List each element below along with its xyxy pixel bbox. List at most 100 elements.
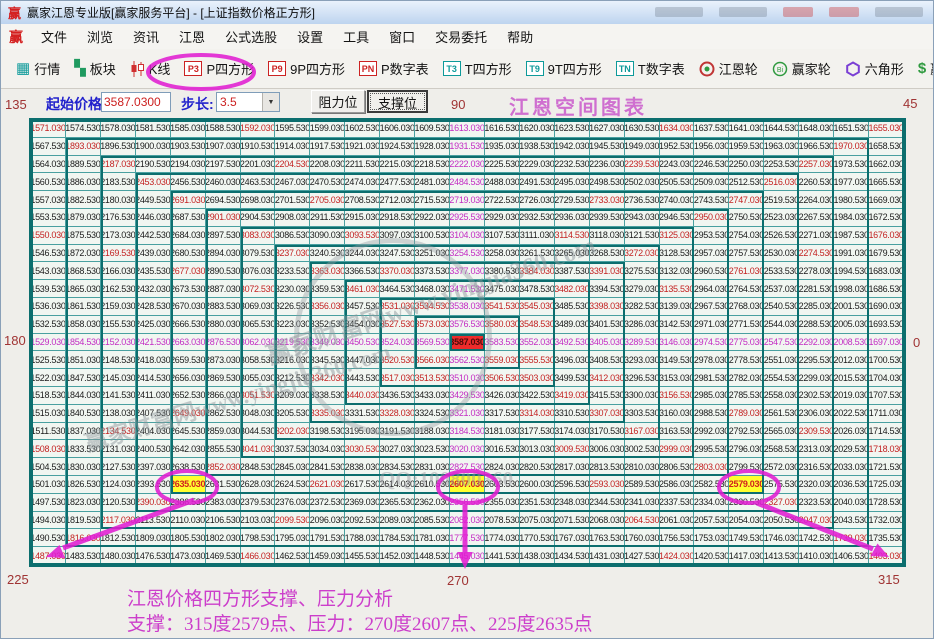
grid-cell: 2796.030: [729, 440, 764, 458]
chevron-down-icon[interactable]: ▼: [262, 93, 279, 111]
grid-cell: 1851.030: [66, 351, 101, 369]
grid-cell: 1578.030: [101, 120, 136, 138]
grid-cell: 3450.530: [345, 334, 380, 352]
grid-cell: 3366.530: [345, 262, 380, 280]
grid-cell: 3573.030: [415, 316, 450, 334]
menu-item-8[interactable]: 窗口: [379, 24, 425, 49]
grid-cell: 2971.030: [694, 316, 729, 334]
grid-cell: 3342.030: [310, 369, 345, 387]
grid-cell: 3170.530: [590, 423, 625, 441]
toolbar-button-6[interactable]: PNP数字表: [352, 55, 436, 82]
grid-cell: 2656.030: [171, 369, 206, 387]
grid-cell: 3163.530: [660, 423, 695, 441]
grid-cell: 2236.030: [590, 156, 625, 174]
grid-cell: 1812.530: [101, 529, 136, 547]
grid-cell: 1928.030: [415, 138, 450, 156]
grid-cell: 2526.530: [764, 227, 799, 245]
grid-cell: 2285.030: [799, 298, 834, 316]
grid-cell: 2887.030: [206, 280, 241, 298]
menu-item-2[interactable]: 浏览: [77, 24, 123, 49]
grid-cell: 2498.530: [590, 173, 625, 191]
grid-cell: 2365.530: [380, 494, 415, 512]
menu-item-1[interactable]: 文件: [31, 24, 77, 49]
grid-cell: 1823.030: [66, 494, 101, 512]
menu-item-9[interactable]: 交易委托: [425, 24, 497, 49]
grid-cell: 1620.030: [520, 120, 555, 138]
titlebar-ghost-item: [875, 7, 923, 17]
grid-cell: 2736.530: [625, 191, 660, 209]
resistance-button[interactable]: 阻力位: [311, 90, 365, 113]
grid-cell: 1525.530: [31, 351, 66, 369]
grid-cell: 2512.530: [729, 173, 764, 191]
toolbar-button-12[interactable]: 六角形: [838, 55, 911, 82]
grid-cell: 3321.030: [450, 405, 485, 423]
menu-item-5[interactable]: 公式选股: [215, 24, 287, 49]
grid-cell: 3569.530: [415, 334, 450, 352]
grid-cell: 2008.530: [834, 334, 869, 352]
grid-cell: 2950.030: [694, 209, 729, 227]
grid-cell: 1886.030: [66, 173, 101, 191]
toolbar-button-label: K线: [149, 59, 171, 78]
grid-cell: 2698.030: [241, 191, 276, 209]
grid-cell: 3177.530: [520, 423, 555, 441]
grid-cell: 1623.530: [555, 120, 590, 138]
toolbar-button-8[interactable]: T99T四方形: [519, 55, 609, 82]
grid-cell: 1700.530: [869, 351, 904, 369]
grid-cell: 3132.030: [660, 262, 695, 280]
grid-cell: 1585.030: [171, 120, 206, 138]
grid-cell: 2194.030: [171, 156, 206, 174]
toolbar-button-11[interactable]: Bi赢家轮: [765, 55, 838, 82]
grid-cell: 1914.030: [275, 138, 310, 156]
grid-cell: 2463.530: [241, 173, 276, 191]
grid-cell: 1798.530: [241, 529, 276, 547]
toolbar-button-7[interactable]: T3T四方形: [436, 55, 519, 82]
toolbar-button-1[interactable]: ▦行情: [9, 55, 67, 82]
grid-cell: 1452.030: [380, 547, 415, 565]
grid-cell: 2145.030: [101, 369, 136, 387]
toolbar-button-5[interactable]: P99P四方形: [261, 55, 352, 82]
grid-cell: 1907.030: [206, 138, 241, 156]
step-select[interactable]: 3.5 ▼: [216, 92, 280, 112]
grid-cell: 2960.530: [694, 262, 729, 280]
grid-cell: 3069.030: [241, 298, 276, 316]
start-price-input[interactable]: [101, 92, 171, 112]
menu-item-10[interactable]: 帮助: [497, 24, 543, 49]
grid-cell: 2159.030: [101, 298, 136, 316]
support-button[interactable]: 支撑位: [367, 90, 428, 113]
titlebar-ghost-item: [829, 7, 859, 17]
grid-cell: 2694.530: [206, 191, 241, 209]
grid-cell: 3349.030: [310, 334, 345, 352]
grid-cell: 1634.030: [660, 120, 695, 138]
grid-cell: 1655.030: [869, 120, 904, 138]
grid-cell: 3524.030: [380, 334, 415, 352]
grid-cell: 1511.530: [31, 423, 66, 441]
toolbar-button-10[interactable]: 江恩轮: [692, 55, 765, 82]
menu-item-6[interactable]: 设置: [287, 24, 333, 49]
toolbar-button-label: T四方形: [465, 59, 512, 78]
grid-cell: 3317.530: [485, 405, 520, 423]
toolbar-button-4[interactable]: P3P四方形: [177, 55, 261, 82]
grid-cell: 1410.030: [799, 547, 834, 565]
grid-cell: 2768.030: [729, 298, 764, 316]
grid-cell: 1714.530: [869, 423, 904, 441]
toolbar-button-3[interactable]: K线: [123, 55, 178, 82]
grid-cell: 2565.030: [764, 423, 799, 441]
toolbar-button-2[interactable]: ▚板块: [67, 55, 123, 82]
menu-item-3[interactable]: 资讯: [123, 24, 169, 49]
grid-cell: 2488.030: [485, 173, 520, 191]
menu-item-7[interactable]: 工具: [333, 24, 379, 49]
grid-cell: 1679.530: [869, 245, 904, 263]
toolbar-button-13[interactable]: $赢家服务: [911, 55, 934, 82]
grid-cell: 2841.530: [310, 458, 345, 476]
grid-cell: 3457.530: [345, 298, 380, 316]
titlebar-ghost-item: [783, 7, 813, 17]
grid-cell: 3258.030: [485, 245, 520, 263]
menu-item-4[interactable]: 江恩: [169, 24, 215, 49]
grid-cell: 3188.030: [415, 423, 450, 441]
grid-cell: 1550.030: [31, 227, 66, 245]
grid-cell: 3009.530: [555, 440, 590, 458]
grid-cell: 2400.530: [136, 440, 171, 458]
grid-cell: 2148.530: [101, 351, 136, 369]
toolbar-button-9[interactable]: TNT数字表: [609, 55, 692, 82]
grid-cell: 2278.030: [799, 262, 834, 280]
